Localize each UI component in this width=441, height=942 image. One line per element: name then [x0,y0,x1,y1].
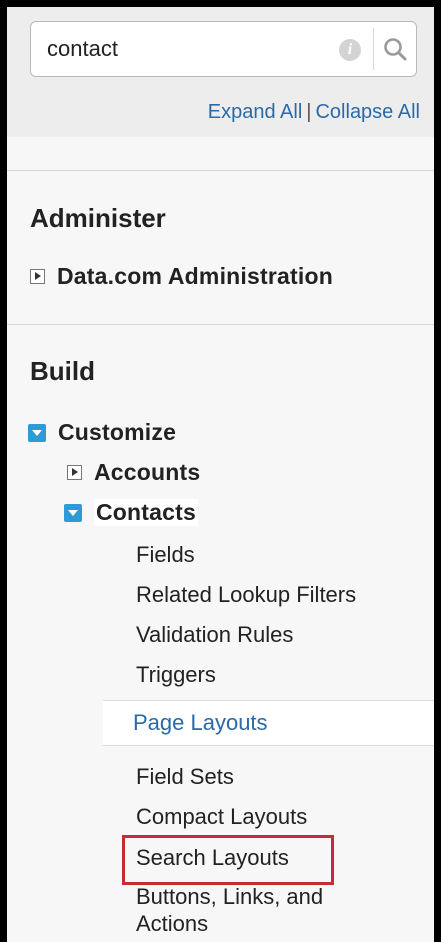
search-icon[interactable] [382,36,408,62]
tree-item-datacom-administration[interactable]: Data.com Administration [30,263,333,290]
expand-toggle-icon[interactable] [30,269,45,284]
tree-leaf-related-lookup-filters[interactable]: Related Lookup Filters [136,582,356,608]
tree-leaf-page-layouts-selected[interactable]: Page Layouts [103,700,434,746]
expand-all-link[interactable]: Expand All [208,101,303,123]
expand-toggle-icon[interactable] [67,465,82,480]
tree-leaf-field-sets[interactable]: Field Sets [136,764,234,790]
tree-item-label: Customize [58,419,177,445]
search-box: i [30,21,417,77]
link-separator: | [306,101,312,123]
tree-leaf-compact-layouts[interactable]: Compact Layouts [136,804,307,830]
tree-leaf-buttons-links-actions[interactable]: Buttons, Links, and [136,884,323,910]
tree-leaf-validation-rules[interactable]: Validation Rules [136,622,293,648]
tree-leaf-label: Page Layouts [133,710,268,735]
highlight-annotation [122,835,334,885]
tree-item-contacts[interactable]: Contacts [64,499,199,526]
collapse-toggle-icon[interactable] [28,423,46,442]
search-input[interactable] [47,22,337,76]
tree-leaf-buttons-links-actions-cont[interactable]: Actions [136,911,208,937]
section-divider [7,170,434,171]
section-divider [7,324,434,325]
expand-collapse-controls: Expand All | Collapse All [208,101,420,124]
section-title-administer: Administer [30,203,166,233]
search-divider [373,28,374,70]
setup-sidebar: i Expand All|Collapse All Administer Dat… [7,7,434,942]
tree-leaf-fields[interactable]: Fields [136,542,195,568]
search-area: i Expand All|Collapse All [7,7,434,137]
collapse-toggle-icon[interactable] [64,503,82,522]
section-title-build: Build [30,356,95,386]
info-icon[interactable]: i [339,39,361,61]
tree-item-label: Contacts [94,499,199,526]
tree-item-label: Data.com Administration [57,263,333,289]
tree-item-accounts[interactable]: Accounts [67,459,200,486]
tree-item-label: Accounts [94,459,201,485]
collapse-all-link[interactable]: Collapse All [315,101,420,123]
tree-leaf-triggers[interactable]: Triggers [136,662,216,688]
tree-item-customize[interactable]: Customize [28,419,176,446]
